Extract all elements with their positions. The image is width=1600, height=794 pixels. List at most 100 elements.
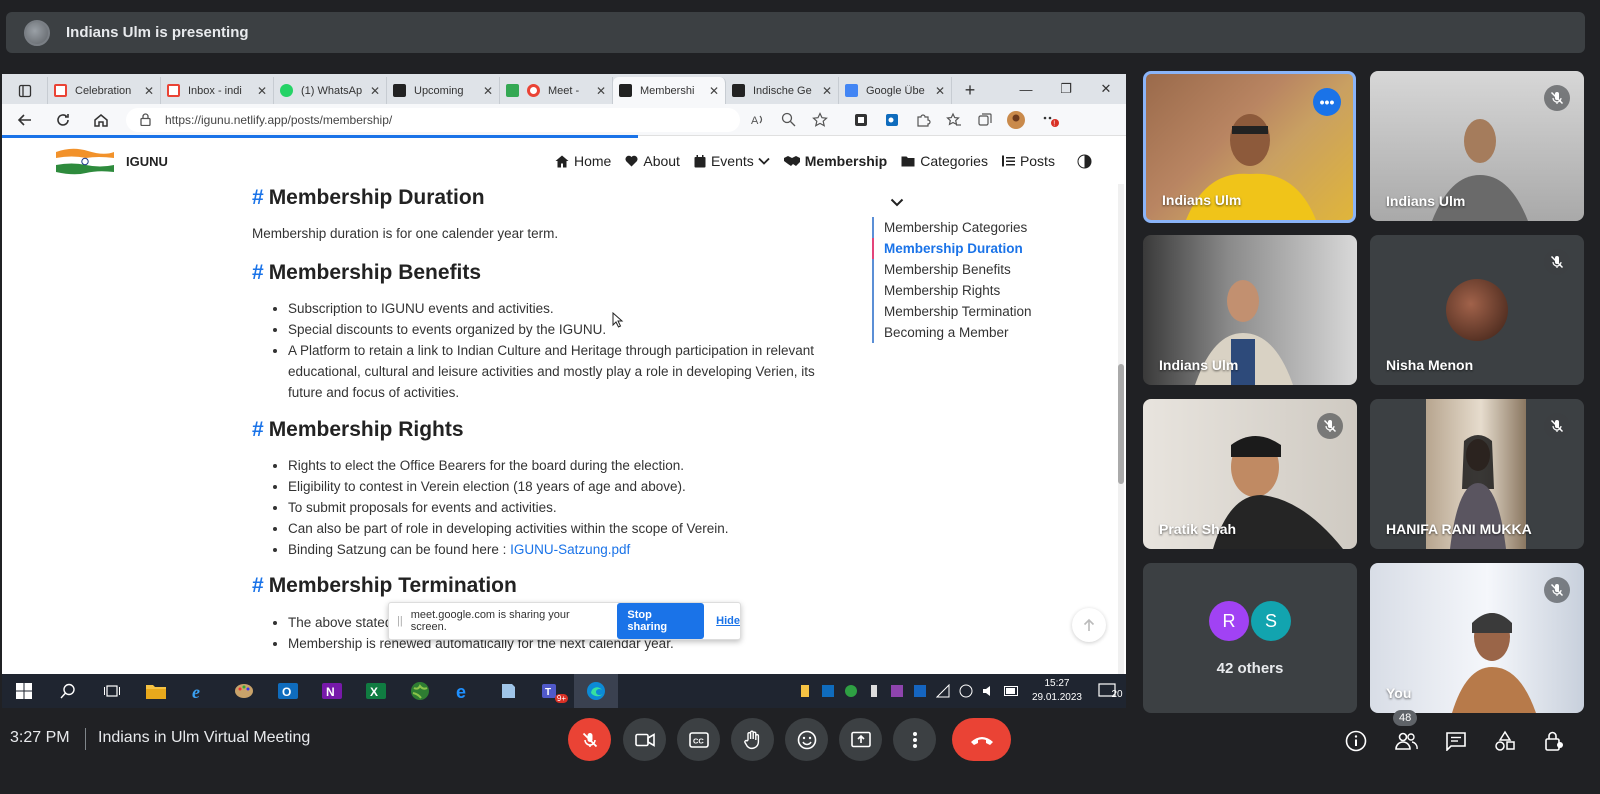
scrollbar-thumb[interactable] bbox=[1118, 364, 1124, 484]
notification-center[interactable]: 20 bbox=[1098, 682, 1126, 700]
globe-app-icon[interactable] bbox=[398, 674, 442, 708]
excel-icon[interactable]: X bbox=[354, 674, 398, 708]
toc-collapse-icon[interactable] bbox=[890, 198, 1072, 207]
menu-about[interactable]: About bbox=[625, 153, 680, 169]
refresh-icon[interactable] bbox=[44, 112, 82, 128]
participant-tile-pratik-shah[interactable]: Pratik Shah bbox=[1143, 399, 1357, 549]
home-icon[interactable] bbox=[82, 112, 120, 128]
raise-hand-button[interactable] bbox=[731, 718, 774, 761]
taskbar-clock[interactable]: 15:27 29.01.2023 bbox=[1032, 677, 1082, 705]
close-tab-icon[interactable]: ✕ bbox=[144, 84, 154, 98]
browser-tab-2[interactable]: (1) WhatsAp ✕ bbox=[274, 77, 387, 104]
collections-icon[interactable] bbox=[969, 112, 1000, 128]
windows-start-icon[interactable] bbox=[2, 674, 46, 708]
menu-categories[interactable]: Categories bbox=[901, 153, 988, 169]
browser-tab-6[interactable]: Indische Ge ✕ bbox=[726, 77, 839, 104]
host-controls-button[interactable] bbox=[1540, 727, 1568, 755]
tray-outlook-icon[interactable] bbox=[909, 684, 932, 698]
extension-icon[interactable] bbox=[845, 112, 876, 128]
close-tab-icon[interactable]: ✕ bbox=[709, 84, 719, 98]
task-view-icon[interactable] bbox=[90, 674, 134, 708]
participant-tile-hanifa-rani-mukka[interactable]: HANIFA RANI MUKKA bbox=[1370, 399, 1584, 549]
minimize-icon[interactable]: — bbox=[1006, 82, 1046, 97]
page-scrollbar[interactable] bbox=[1118, 184, 1124, 708]
url-input[interactable]: https://igunu.netlify.app/posts/membersh… bbox=[126, 107, 740, 132]
meeting-details-button[interactable] bbox=[1342, 727, 1370, 755]
close-tab-icon[interactable]: ✕ bbox=[370, 84, 380, 98]
menu-posts[interactable]: Posts bbox=[1001, 153, 1055, 169]
edge-active-icon[interactable] bbox=[574, 674, 618, 708]
read-aloud-icon[interactable]: A bbox=[742, 112, 773, 127]
search-icon[interactable] bbox=[46, 674, 90, 708]
more-options-button[interactable]: ••• bbox=[1313, 88, 1341, 116]
present-screen-button[interactable] bbox=[839, 718, 882, 761]
close-tab-icon[interactable]: ✕ bbox=[935, 84, 945, 98]
battery-icon[interactable] bbox=[1001, 686, 1024, 696]
outlook-taskbar-icon[interactable]: O bbox=[266, 674, 310, 708]
more-options-menu-button[interactable] bbox=[893, 718, 936, 761]
settings-more-icon[interactable]: ! bbox=[1035, 112, 1066, 128]
stop-sharing-button[interactable]: Stop sharing bbox=[617, 603, 705, 639]
edge-legacy-icon[interactable]: e bbox=[442, 674, 486, 708]
zoom-icon[interactable] bbox=[773, 112, 804, 127]
globe-icon[interactable] bbox=[955, 684, 978, 698]
toggle-camera-button[interactable] bbox=[623, 718, 666, 761]
tray-office-icon[interactable] bbox=[817, 684, 840, 698]
close-tab-icon[interactable]: ✕ bbox=[822, 84, 832, 98]
participant-tile-nisha-menon[interactable]: Nisha Menon bbox=[1370, 235, 1584, 385]
satzung-pdf-link[interactable]: IGUNU-Satzung.pdf bbox=[510, 542, 630, 557]
teams-icon[interactable]: T 9+ bbox=[530, 674, 574, 708]
participant-tile-indians-ulm-1[interactable]: ••• Indians Ulm bbox=[1143, 71, 1356, 223]
participant-tile-you[interactable]: You bbox=[1370, 563, 1584, 713]
toc-item-becoming-member[interactable]: Becoming a Member bbox=[872, 322, 1072, 343]
volume-icon[interactable] bbox=[978, 684, 1001, 698]
favorites-icon[interactable] bbox=[938, 112, 969, 128]
hide-notice-link[interactable]: Hide bbox=[716, 615, 740, 627]
onenote-icon[interactable]: N bbox=[310, 674, 354, 708]
reactions-button[interactable] bbox=[785, 718, 828, 761]
paint-icon[interactable] bbox=[222, 674, 266, 708]
toc-item-termination[interactable]: Membership Termination bbox=[872, 301, 1072, 322]
menu-events[interactable]: Events bbox=[694, 153, 770, 169]
puzzle-icon[interactable] bbox=[907, 112, 938, 128]
outlook-icon[interactable] bbox=[876, 112, 907, 128]
site-name[interactable]: IGUNU bbox=[126, 154, 168, 169]
favorite-add-icon[interactable] bbox=[804, 111, 835, 128]
browser-tab-5-active[interactable]: Membershi ✕ bbox=[613, 77, 726, 104]
back-icon[interactable] bbox=[6, 112, 44, 128]
menu-home[interactable]: Home bbox=[555, 153, 611, 169]
notepad-icon[interactable] bbox=[486, 674, 530, 708]
drag-handle-icon[interactable]: || bbox=[397, 615, 403, 627]
activities-button[interactable] bbox=[1491, 727, 1519, 755]
people-button[interactable] bbox=[1392, 727, 1420, 755]
leave-call-button[interactable] bbox=[952, 718, 1011, 761]
browser-tab-0[interactable]: Celebration ✕ bbox=[48, 77, 161, 104]
back-to-top-button[interactable] bbox=[1072, 608, 1106, 642]
close-tab-icon[interactable]: ✕ bbox=[483, 84, 493, 98]
participant-tile-indians-ulm-2[interactable]: Indians Ulm bbox=[1370, 71, 1584, 221]
toc-item-benefits[interactable]: Membership Benefits bbox=[872, 259, 1072, 280]
internet-explorer-icon[interactable]: e bbox=[178, 674, 222, 708]
toc-item-categories[interactable]: Membership Categories bbox=[872, 217, 1072, 238]
toc-item-rights[interactable]: Membership Rights bbox=[872, 280, 1072, 301]
toc-item-duration[interactable]: Membership Duration bbox=[872, 238, 1072, 259]
participant-tile-indians-ulm-3[interactable]: Indians Ulm bbox=[1143, 235, 1357, 385]
close-tab-icon[interactable]: ✕ bbox=[596, 84, 606, 98]
toggle-mic-button[interactable] bbox=[568, 718, 611, 761]
browser-tab-7[interactable]: Google Übe ✕ bbox=[839, 77, 952, 104]
browser-tab-4[interactable]: Meet - ✕ bbox=[500, 77, 613, 104]
theme-toggle-icon[interactable] bbox=[1077, 154, 1097, 169]
chat-button[interactable] bbox=[1442, 727, 1470, 755]
tray-app-icon[interactable] bbox=[794, 684, 817, 698]
file-explorer-icon[interactable] bbox=[134, 674, 178, 708]
tab-actions-button[interactable] bbox=[2, 77, 48, 104]
captions-button[interactable]: CC bbox=[677, 718, 720, 761]
browser-tab-1[interactable]: Inbox - indi ✕ bbox=[161, 77, 274, 104]
wifi-icon[interactable] bbox=[932, 684, 955, 698]
menu-membership[interactable]: Membership bbox=[783, 153, 887, 169]
tray-vpn-icon[interactable] bbox=[886, 684, 909, 698]
window-close-icon[interactable]: ✕ bbox=[1086, 81, 1126, 97]
close-tab-icon[interactable]: ✕ bbox=[257, 84, 267, 98]
profile-avatar[interactable] bbox=[1000, 110, 1031, 130]
participant-tile-others[interactable]: R S 42 others bbox=[1143, 563, 1357, 713]
